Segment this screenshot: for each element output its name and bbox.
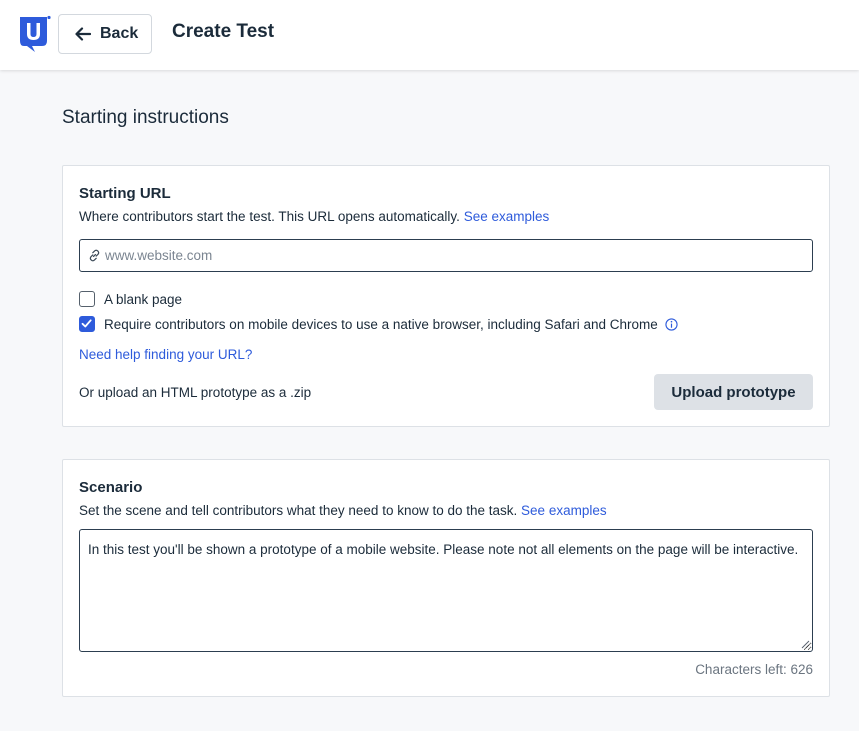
scenario-examples-link[interactable]: See examples [521,503,607,518]
top-bar: Back Create Test [0,0,859,70]
starting-url-examples-link[interactable]: See examples [464,209,550,224]
info-icon[interactable] [665,317,678,331]
upload-prototype-label: Or upload an HTML prototype as a .zip [79,385,312,400]
scenario-title: Scenario [79,479,143,496]
scenario-card: Scenario Set the scene and tell contribu… [62,459,830,697]
link-icon [89,249,100,262]
starting-url-description-text: Where contributors start the test. This … [79,209,460,224]
scenario-text: In this test you'll be shown a prototype… [88,542,799,557]
blank-page-checkbox[interactable] [79,291,95,307]
native-browser-checkbox[interactable] [79,316,95,332]
checkmark-icon [81,319,92,328]
upload-prototype-button[interactable]: Upload prototype [654,374,813,410]
section-title: Starting instructions [62,107,229,128]
starting-url-title: Starting URL [79,185,171,202]
scenario-textarea[interactable]: In this test you'll be shown a prototype… [79,529,813,652]
native-browser-row[interactable]: Require contributors on mobile devices t… [79,316,678,332]
arrow-left-icon [75,27,91,41]
starting-url-field[interactable] [79,239,813,272]
back-button[interactable]: Back [58,14,152,54]
characters-left: Characters left: 626 [695,662,813,677]
help-finding-url-link[interactable]: Need help finding your URL? [79,347,252,362]
back-button-label: Back [100,25,139,42]
resize-grip-icon[interactable] [801,640,810,649]
scenario-description-text: Set the scene and tell contributors what… [79,503,518,518]
blank-page-row[interactable]: A blank page [79,291,182,307]
page-title: Create Test [172,21,275,42]
blank-page-label: A blank page [104,291,183,307]
native-browser-label: Require contributors on mobile devices t… [104,316,658,332]
starting-url-card: Starting URL Where contributors start th… [62,165,830,427]
starting-url-description: Where contributors start the test. This … [79,209,549,224]
starting-url-input[interactable] [105,248,785,263]
usertesting-logo[interactable] [18,15,51,53]
scenario-description: Set the scene and tell contributors what… [79,503,607,518]
